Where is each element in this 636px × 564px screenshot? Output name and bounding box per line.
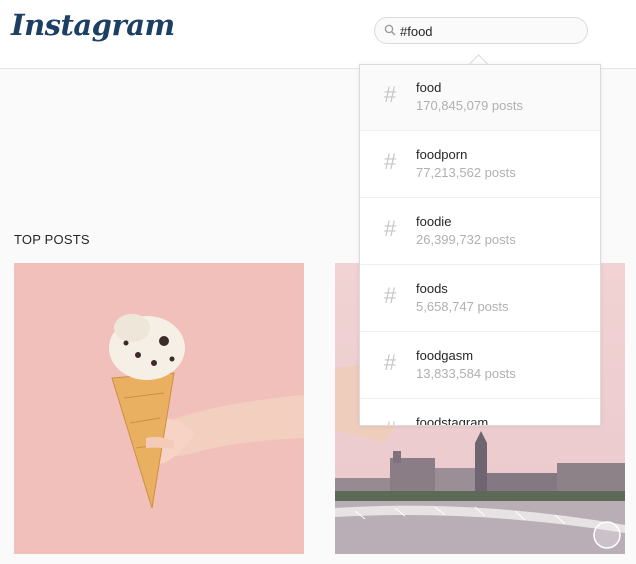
suggestion-tag: foodie [416, 214, 452, 229]
hashtag-icon: # [384, 149, 397, 174]
hashtag-icon: # [384, 216, 397, 241]
ice-cream-photo [14, 263, 304, 554]
suggestion-tag: food [416, 80, 442, 95]
suggestion-tag: foods [416, 281, 448, 296]
suggestion-count: 26,399,732 posts [416, 232, 516, 247]
suggestion-item[interactable]: # foodie 26,399,732 posts [360, 199, 600, 265]
suggestion-item[interactable]: # foodstagram [360, 400, 600, 426]
suggestion-item[interactable]: # foodgasm 13,833,584 posts [360, 333, 600, 399]
suggestion-count: 170,845,079 posts [416, 98, 523, 113]
hashtag-icon: # [384, 417, 396, 425]
search-suggestions: # food 170,845,079 posts # foodporn 77,2… [359, 64, 601, 426]
post-thumbnail-ice-cream[interactable] [14, 263, 304, 554]
suggestion-tag: foodporn [416, 147, 468, 162]
instagram-logo[interactable]: Instagram [11, 8, 175, 42]
suggestion-item[interactable]: # food 170,845,079 posts [360, 65, 600, 131]
search-box[interactable] [374, 17, 588, 44]
hashtag-icon: # [384, 82, 397, 107]
suggestion-item[interactable]: # foods 5,658,747 posts [360, 266, 600, 332]
suggestion-item[interactable]: # foodporn 77,213,562 posts [360, 132, 600, 198]
search-icon [384, 24, 396, 36]
hashtag-icon: # [384, 350, 397, 375]
suggestion-count: 13,833,584 posts [416, 366, 516, 381]
top-posts-heading: TOP POSTS [14, 232, 90, 247]
top-bar: Instagram [0, 0, 636, 69]
suggestion-tag: foodstagram [416, 415, 489, 426]
suggestion-tag: foodgasm [416, 348, 474, 363]
search-input[interactable] [400, 22, 580, 40]
hashtag-icon: # [384, 283, 397, 308]
suggestion-count: 77,213,562 posts [416, 165, 516, 180]
suggestion-count: 5,658,747 posts [416, 299, 509, 314]
